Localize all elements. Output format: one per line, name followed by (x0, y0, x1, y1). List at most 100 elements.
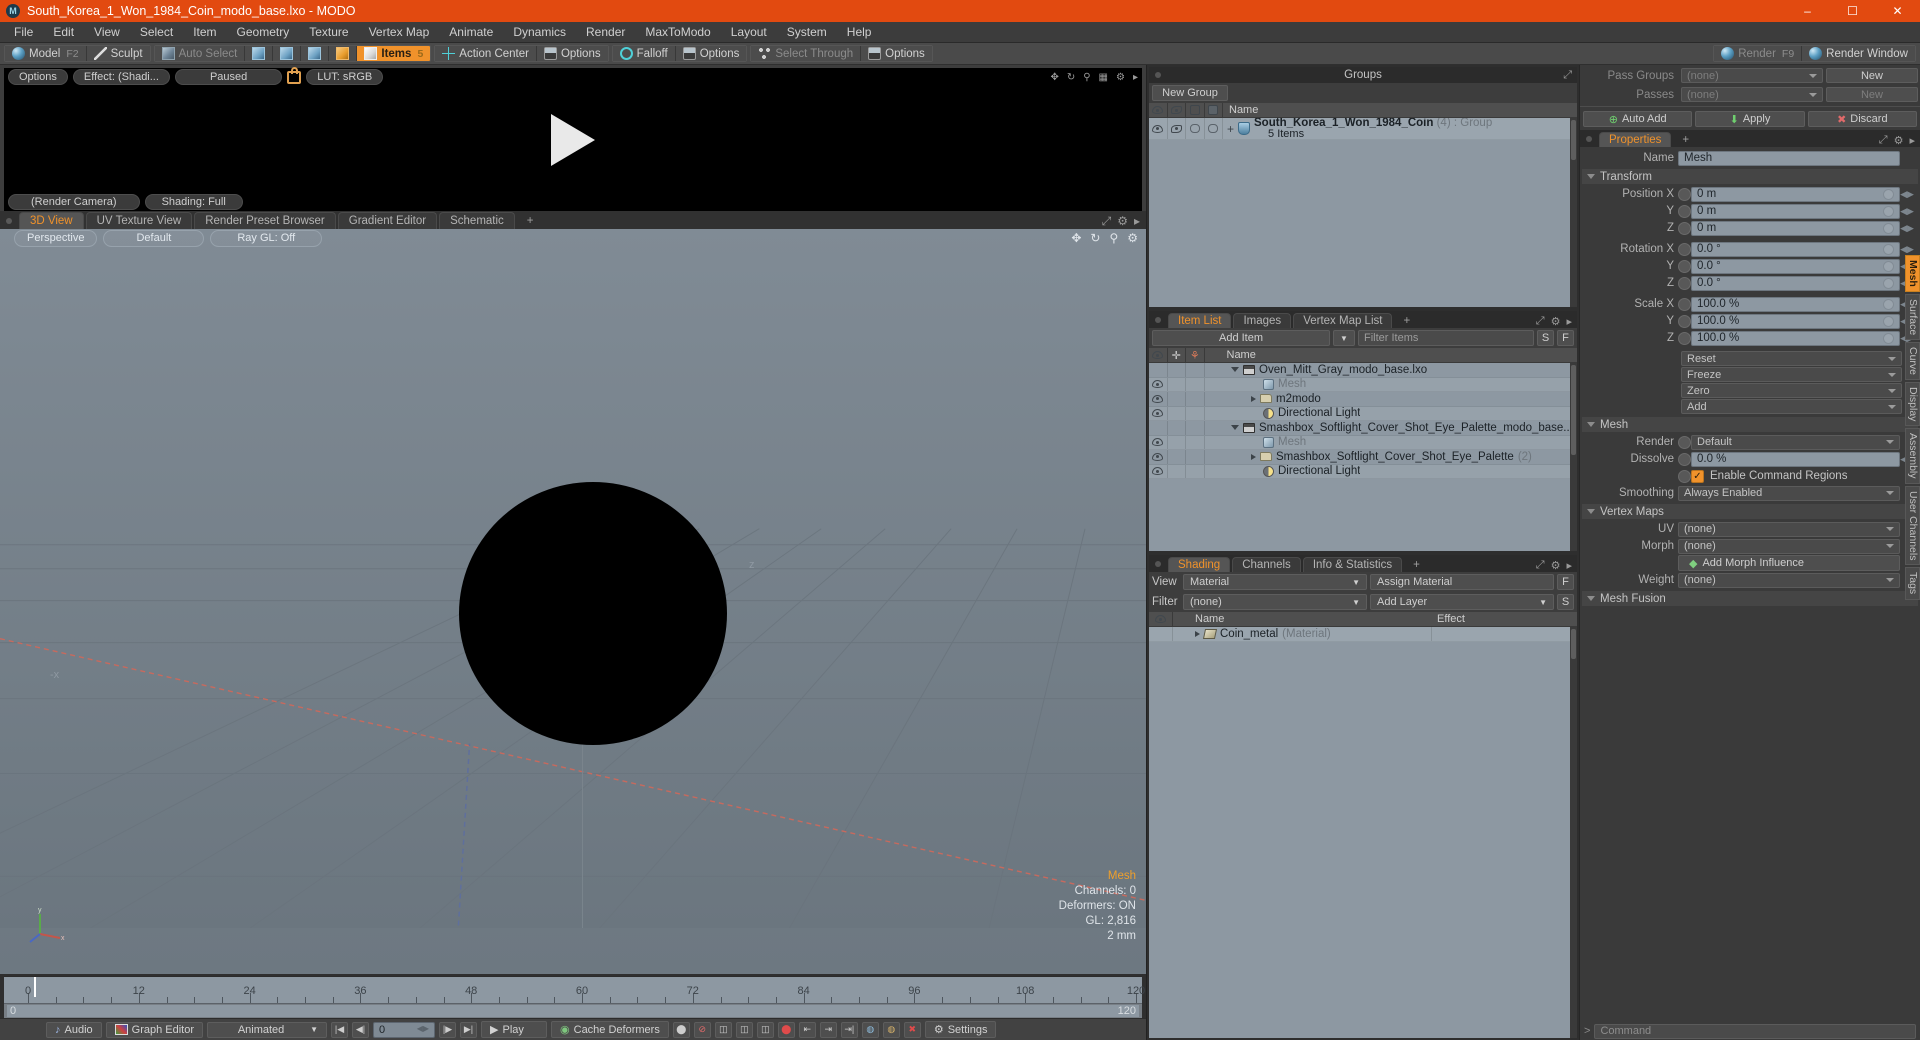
expander-right[interactable] (1251, 453, 1256, 460)
row-eye-toggle[interactable] (1149, 450, 1168, 464)
transform-field-spinner[interactable]: ◀▶ (1900, 221, 1914, 236)
side-tab-assembly[interactable]: Assembly (1905, 428, 1920, 484)
tab-item-list[interactable]: Item List (1168, 313, 1232, 328)
row-eye-toggle[interactable] (1149, 464, 1168, 478)
groups-scrollbar[interactable] (1570, 118, 1577, 307)
menu-item-file[interactable]: File (4, 22, 43, 42)
material-icon[interactable]: ◍ (882, 1021, 900, 1038)
panel-menu-dot[interactable] (1155, 317, 1161, 323)
item-row-content[interactable]: Directional Light (1223, 407, 1360, 419)
play-triangle-icon[interactable] (551, 113, 595, 166)
transform-field-knob[interactable] (1678, 314, 1691, 328)
row-lock-toggle[interactable] (1168, 421, 1186, 435)
transform-field-mini-knob[interactable] (1883, 260, 1894, 272)
tab-render-preset-browser[interactable]: Render Preset Browser (194, 212, 336, 229)
transform-field-mini-knob[interactable] (1883, 332, 1894, 344)
table-row[interactable]: Directional Light (1149, 464, 1577, 479)
smoothing-dropdown[interactable]: Always Enabled (1678, 485, 1900, 501)
close-button[interactable]: ✕ (1875, 0, 1920, 22)
menu-item-render[interactable]: Render (576, 22, 635, 42)
uv-dropdown[interactable]: (none) (1678, 521, 1900, 537)
transform-field-mini-knob[interactable] (1883, 298, 1894, 310)
move-icon[interactable]: ✥ (1050, 72, 1058, 83)
section-mesh[interactable]: Mesh (1582, 417, 1918, 432)
menu-item-maxtomodo[interactable]: MaxToModo (635, 22, 720, 42)
section-vertex-maps[interactable]: Vertex Maps (1582, 504, 1918, 519)
tab-gradient-editor[interactable]: Gradient Editor (337, 212, 438, 229)
snap-left-icon[interactable]: ⇤ (798, 1021, 816, 1038)
transform-field-mini-knob[interactable] (1883, 205, 1894, 217)
expander-right[interactable] (1195, 630, 1200, 637)
transform-field-input[interactable]: 0.0 ° (1691, 275, 1900, 291)
transform-field-input[interactable]: 0 m (1691, 220, 1900, 236)
timeline-range-bar[interactable]: 0 120 (4, 1003, 1142, 1018)
transform-menu-freeze[interactable]: Freeze (1681, 367, 1902, 382)
last-frame-icon[interactable]: ▶| (460, 1021, 478, 1038)
gear-icon[interactable]: ⚙ (1551, 559, 1561, 572)
render-button[interactable]: Render F9 (1714, 46, 1803, 61)
falloff-options-button[interactable]: Options (675, 46, 747, 61)
table-row[interactable]: Mesh (1149, 377, 1577, 392)
maximize-icon[interactable]: ⤢ (1536, 315, 1545, 328)
panel-menu-dot[interactable] (1155, 561, 1161, 567)
add-item-button[interactable]: Add Item (1152, 330, 1330, 346)
row-axis-toggle[interactable] (1186, 377, 1205, 391)
passes-dropdown[interactable]: (none) (1681, 87, 1823, 102)
transform-field-knob[interactable] (1678, 204, 1691, 218)
row-axis-toggle[interactable] (1186, 435, 1205, 449)
transform-menu-add[interactable]: Add (1681, 399, 1902, 414)
menu-item-geometry[interactable]: Geometry (227, 22, 300, 42)
row-lock-toggle[interactable] (1168, 392, 1186, 406)
row-shaded-toggle[interactable] (1205, 118, 1223, 139)
table-row[interactable]: Directional Light (1149, 406, 1577, 421)
side-tab-user-channels[interactable]: User Channels (1905, 486, 1920, 566)
snap-right-icon[interactable]: ⇥| (840, 1021, 858, 1038)
table-row[interactable]: Coin_metal (Material) (1149, 627, 1577, 642)
side-tab-curve[interactable]: Curve (1905, 342, 1920, 381)
play-button[interactable]: ▶ Play (481, 1021, 548, 1038)
transform-field-input[interactable]: 100.0 % (1691, 296, 1900, 312)
row-eye-toggle[interactable] (1149, 377, 1168, 391)
preview-options-button[interactable]: Options (8, 69, 68, 85)
auto-select-button[interactable]: Auto Select (154, 46, 246, 61)
select-through-options-button[interactable]: Options (861, 46, 932, 61)
add-tab-button[interactable]: + (1673, 133, 1698, 147)
menu-item-vertex-map[interactable]: Vertex Map (359, 22, 440, 42)
transform-field-knob[interactable] (1678, 276, 1691, 290)
snap-mid-icon[interactable]: ⇥ (819, 1021, 837, 1038)
add-tab-button[interactable]: + (1404, 558, 1429, 572)
gear-icon[interactable]: ⚙ (1117, 214, 1128, 229)
current-frame-input[interactable]: 0 ◀▶ (373, 1021, 436, 1038)
row-lock-toggle[interactable] (1168, 435, 1186, 449)
transform-field-input[interactable]: 0 m (1691, 203, 1900, 219)
tab-properties[interactable]: Properties (1599, 132, 1672, 147)
dissolve-input[interactable]: 0.0 % (1691, 451, 1900, 467)
prev-key-icon[interactable]: ◀| (352, 1021, 370, 1038)
gear-icon[interactable]: ⚙ (1894, 134, 1904, 147)
morph-dropdown[interactable]: (none) (1678, 538, 1900, 554)
timeline[interactable]: 0 12 24 36 48 60 72 84 96 108 120 0 120 (4, 976, 1145, 1018)
chevron-right-icon[interactable]: ▸ (1134, 214, 1140, 229)
command-input[interactable]: Command (1594, 1023, 1916, 1039)
item-row-content[interactable]: Oven_Mitt_Gray_modo_base.lxo (1223, 364, 1427, 376)
settings-button[interactable]: ⚙ Settings (924, 1021, 997, 1038)
table-row[interactable]: + South_Korea_1_Won_1984_Coin (4) : Grou… (1149, 118, 1577, 140)
chevron-right-icon[interactable]: ▸ (1566, 559, 1572, 572)
timeline-playhead[interactable] (34, 977, 36, 997)
animation-mode-dropdown[interactable]: Animated ▼ (207, 1021, 328, 1038)
transform-field-knob[interactable] (1678, 187, 1691, 201)
graph-editor-button[interactable]: Graph Editor (105, 1021, 204, 1038)
command-regions-knob[interactable] (1678, 469, 1691, 483)
audio-button[interactable]: ♪ Audio (46, 1021, 102, 1038)
add-tab-button[interactable]: + (517, 213, 544, 229)
filter-s-button[interactable]: S (1537, 330, 1554, 346)
item-row-content[interactable]: Directional Light (1223, 465, 1360, 477)
table-row[interactable]: m2modo (1149, 392, 1577, 407)
transform-menu-reset[interactable]: Reset (1681, 351, 1902, 366)
row-eye-toggle[interactable] (1149, 406, 1168, 420)
transform-field-input[interactable]: 0.0 ° (1691, 241, 1900, 257)
shading-scrollbar[interactable] (1570, 627, 1577, 1038)
render-window-button[interactable]: Render Window (1802, 46, 1915, 61)
assign-material-button[interactable]: Assign Material (1370, 574, 1554, 590)
transform-field-mini-knob[interactable] (1883, 277, 1894, 289)
